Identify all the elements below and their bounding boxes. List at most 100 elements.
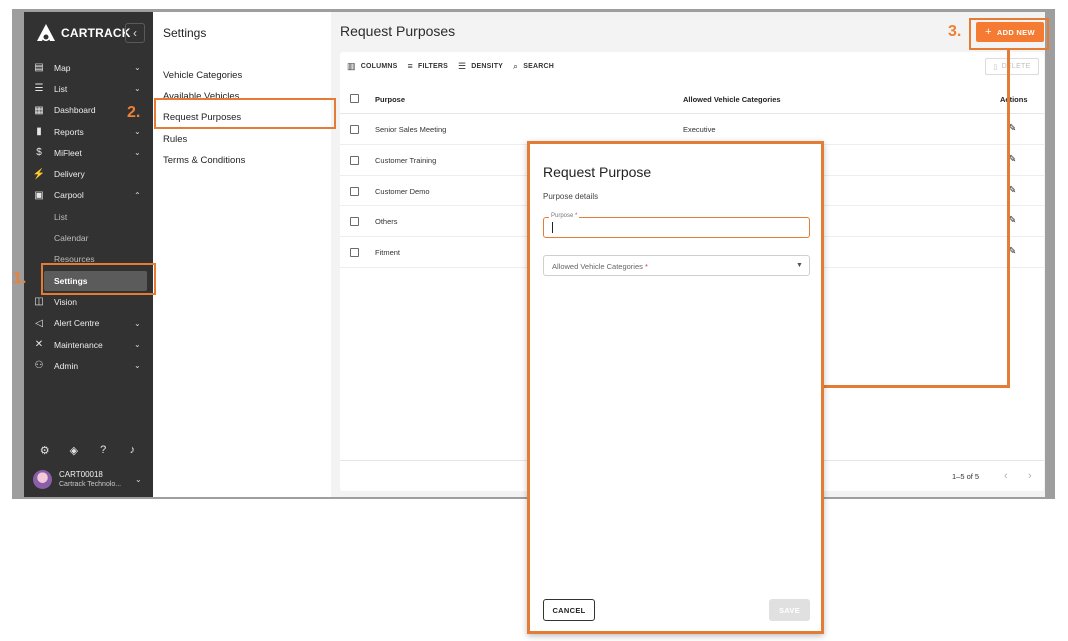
- brand-name: CARTRACK: [61, 26, 131, 40]
- required-asterisk: *: [575, 213, 578, 219]
- column-header-purpose[interactable]: Purpose: [375, 95, 405, 104]
- sidebar-item-list[interactable]: ☰ List ⌄: [24, 78, 153, 99]
- request-purpose-dialog: Request Purpose Purpose details Purpose …: [527, 141, 824, 634]
- bar-chart-icon: ▮: [36, 126, 42, 138]
- row-checkbox[interactable]: [350, 248, 359, 258]
- chevron-left-icon: ‹: [133, 26, 137, 40]
- sidebar-item-admin[interactable]: ⚇ Admin ⌄: [24, 355, 153, 376]
- column-header-allowed-vehicle-categories[interactable]: Allowed Vehicle Categories: [683, 95, 781, 104]
- sidebar-item-delivery[interactable]: ⚡ Delivery: [24, 163, 153, 184]
- highlight-add-new: [969, 18, 1049, 50]
- search-button[interactable]: ⌕ SEARCH: [513, 61, 554, 72]
- cancel-button[interactable]: CANCEL: [543, 599, 595, 621]
- filters-button[interactable]: ≡ FILTERS: [408, 61, 449, 71]
- brand: CARTRACK: [35, 22, 131, 44]
- row-checkbox[interactable]: [350, 155, 359, 165]
- sidebar-item-mifleet[interactable]: $ MiFleet ⌄: [24, 142, 153, 163]
- cell-purpose: Customer Training: [375, 155, 437, 165]
- step-1-label: 1.: [13, 270, 27, 287]
- search-label: SEARCH: [523, 62, 555, 70]
- step-2-label: 2.: [127, 104, 141, 121]
- sidebar-item-carpool[interactable]: ▣ Carpool ⌃: [24, 185, 153, 206]
- settings-title: Settings: [163, 26, 207, 40]
- settings-item-vehicle-categories[interactable]: Vehicle Categories: [163, 65, 245, 86]
- columns-icon: ▥: [347, 60, 356, 71]
- purpose-field-label: Purpose *: [549, 213, 580, 219]
- column-header-actions: Actions: [1000, 95, 1028, 104]
- filter-icon: ≡: [407, 61, 413, 71]
- next-page-button[interactable]: ›: [1028, 470, 1032, 482]
- dashboard-icon: ▦: [34, 104, 44, 116]
- required-asterisk: *: [644, 262, 648, 271]
- cartrack-logo-icon: [37, 24, 55, 42]
- connector-horizontal: [824, 385, 1010, 388]
- allowed-vehicle-categories-select[interactable]: Allowed Vehicle Categories * ▼: [543, 255, 810, 276]
- sidebar-item-label: Delivery: [54, 169, 85, 180]
- user-name: CART00018: [59, 470, 103, 479]
- sidebar-item-label: Dashboard: [54, 105, 96, 116]
- megaphone-icon: ◁: [35, 317, 43, 329]
- user-organization: Cartrack Technolo...: [59, 481, 122, 488]
- sidebar-item-label: Alert Centre: [54, 318, 100, 329]
- tools-icon: ✕: [34, 339, 44, 350]
- select-all-checkbox[interactable]: [350, 94, 359, 103]
- row-checkbox[interactable]: [350, 217, 359, 227]
- sidebar-footer-icons: ⚙ ◈? ♪: [24, 444, 153, 457]
- row-checkbox[interactable]: [350, 186, 359, 196]
- chevron-up-icon: ⌃: [134, 190, 141, 200]
- table-header: Purpose Allowed Vehicle Categories Actio…: [340, 84, 1044, 114]
- delete-button[interactable]: ▯ DELETE: [985, 58, 1039, 75]
- trash-icon: ▯: [993, 63, 998, 71]
- purpose-field[interactable]: Purpose *: [543, 213, 810, 238]
- dialog-subtitle: Purpose details: [543, 192, 599, 201]
- dialog-title: Request Purpose: [543, 164, 652, 180]
- settings-panel: Settings Vehicle Categories Available Ve…: [153, 12, 331, 497]
- sidebar-item-alert-centre[interactable]: ◁ Alert Centre ⌄: [24, 313, 153, 334]
- shield-icon[interactable]: ◈: [67, 444, 81, 457]
- cell-purpose: Customer Demo: [375, 186, 430, 196]
- text-cursor: [552, 222, 553, 233]
- chevron-down-icon: ⌄: [134, 63, 141, 73]
- previous-page-button[interactable]: ‹: [1004, 470, 1008, 482]
- sidebar-item-maintenance[interactable]: ✕ Maintenance ⌄: [24, 334, 153, 355]
- density-icon: ☰: [458, 60, 467, 71]
- sidebar-item-label: Vision: [54, 296, 77, 307]
- help-icon[interactable]: ?: [96, 444, 110, 457]
- row-checkbox[interactable]: [350, 125, 359, 134]
- categories-label-text: Allowed Vehicle Categories: [552, 262, 643, 271]
- bell-icon[interactable]: ♪: [125, 444, 139, 457]
- sidebar-item-list[interactable]: List: [24, 206, 153, 227]
- filters-label: FILTERS: [417, 62, 449, 70]
- chevron-down-icon: ⌄: [134, 361, 141, 371]
- grid-toolbar: ▥ COLUMNS ≡ FILTERS ☰ DENSITY ⌕ SEARCH: [347, 60, 564, 72]
- settings-item-terms-conditions[interactable]: Terms & Conditions: [163, 150, 245, 171]
- map-icon: ▤: [34, 62, 44, 74]
- sidebar-item-calendar[interactable]: Calendar: [24, 227, 153, 248]
- cell-purpose: Others: [375, 217, 398, 227]
- camera-icon: ◫: [34, 296, 44, 308]
- search-icon: ⌕: [513, 60, 519, 71]
- pagination-info: 1–5 of 5: [952, 472, 980, 481]
- dollar-icon: $: [36, 147, 42, 159]
- chevron-down-icon: ⌄: [135, 475, 142, 484]
- settings-item-rules[interactable]: Rules: [163, 129, 245, 150]
- sidebar-collapse-button[interactable]: ‹: [125, 23, 145, 43]
- chevron-down-icon: ⌄: [134, 340, 141, 349]
- highlight-request-purposes: [154, 98, 336, 129]
- settings-gear-icon[interactable]: ⚙: [38, 444, 52, 457]
- save-button[interactable]: SAVE: [769, 599, 810, 621]
- page-title: Request Purposes: [340, 23, 456, 39]
- sidebar-item-reports[interactable]: ▮ Reports ⌄: [24, 121, 153, 142]
- delete-label: DELETE: [1001, 63, 1031, 70]
- sidebar-item-map[interactable]: ▤ Map ⌄: [24, 57, 153, 78]
- sidebar-item-label: Admin: [54, 360, 79, 371]
- cell-purpose: Fitment: [375, 248, 401, 258]
- list-icon: ☰: [34, 83, 44, 95]
- columns-button[interactable]: ▥ COLUMNS: [347, 61, 398, 72]
- calendar-icon: ▣: [34, 189, 44, 201]
- density-button[interactable]: ☰ DENSITY: [458, 61, 503, 72]
- user-profile[interactable]: CART00018 Cartrack Technolo... ⌄: [33, 470, 148, 492]
- sidebar-item-label: List: [54, 83, 68, 94]
- step-3-label: 3.: [948, 23, 962, 40]
- users-icon: ⚇: [34, 360, 44, 372]
